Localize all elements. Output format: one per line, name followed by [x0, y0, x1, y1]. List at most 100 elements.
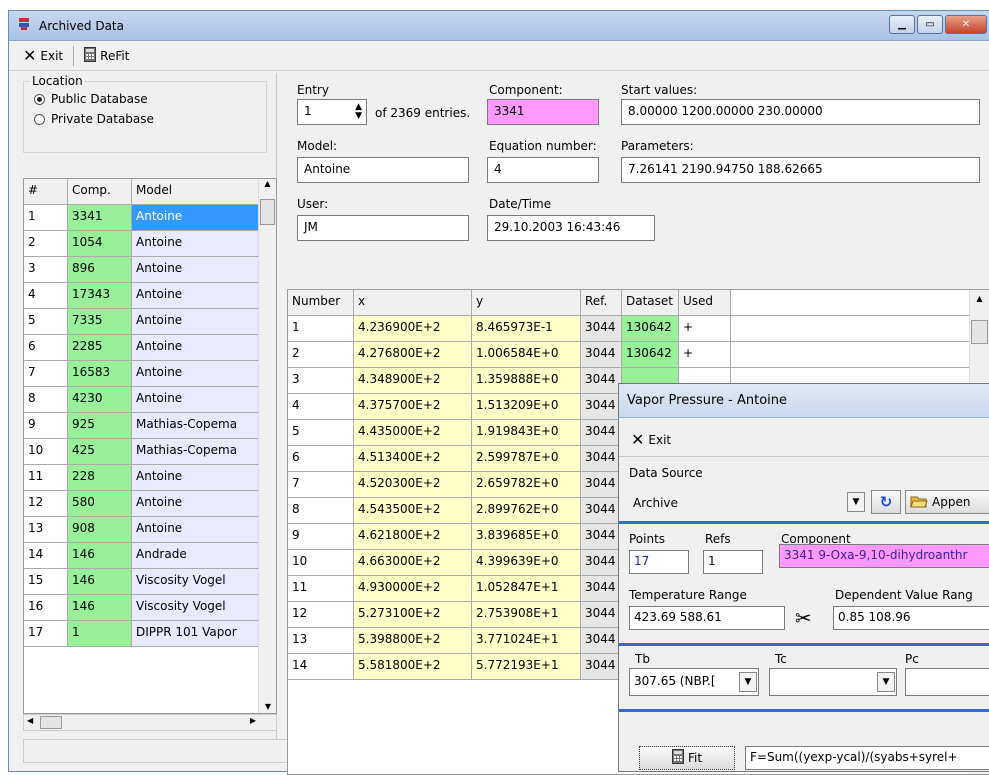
- table-row[interactable]: 14 146 Andrade: [24, 543, 276, 569]
- maximize-button[interactable]: ▭: [917, 15, 943, 34]
- table-cell[interactable]: 9: [288, 524, 354, 549]
- table-cell[interactable]: 11: [24, 465, 68, 490]
- table-cell[interactable]: 425: [68, 439, 132, 464]
- table-cell[interactable]: 5: [288, 420, 354, 445]
- table-row[interactable]: 12 580 Antoine: [24, 491, 276, 517]
- table-cell[interactable]: 14: [24, 543, 68, 568]
- table-cell[interactable]: 4.276800E+2: [354, 342, 472, 367]
- table-cell[interactable]: 4.435000E+2: [354, 420, 472, 445]
- table-cell[interactable]: 13: [24, 517, 68, 542]
- table-cell[interactable]: 8: [24, 387, 68, 412]
- parameters-field[interactable]: 7.26141 2190.94750 188.62665: [621, 157, 980, 183]
- popup-exit-button[interactable]: ✕ Exit: [625, 428, 677, 451]
- table-row[interactable]: 15 146 Viscosity Vogel: [24, 569, 276, 595]
- table-cell[interactable]: 3044: [581, 368, 622, 393]
- table-cell[interactable]: Antoine: [132, 205, 260, 230]
- table-cell[interactable]: 4.520300E+2: [354, 472, 472, 497]
- table-cell[interactable]: 130642: [622, 316, 679, 341]
- table-cell[interactable]: 2.753908E+1: [472, 602, 581, 627]
- table-cell[interactable]: 3341: [68, 205, 132, 230]
- table-cell[interactable]: Antoine: [132, 231, 260, 256]
- dependent-value-range-field[interactable]: 0.85 108.96: [833, 606, 989, 630]
- table-cell[interactable]: 7335: [68, 309, 132, 334]
- minimize-button[interactable]: ▁: [889, 15, 915, 34]
- column-header[interactable]: Number: [288, 290, 354, 315]
- table-cell[interactable]: Antoine: [132, 517, 260, 542]
- entries-table[interactable]: # Comp. Model 1 3341 Antoine 2 1054 Antoine 3 8…: [23, 178, 277, 714]
- table-cell[interactable]: 16: [24, 595, 68, 620]
- table-cell[interactable]: 3044: [581, 524, 622, 549]
- table-cell[interactable]: 3: [288, 368, 354, 393]
- table-cell[interactable]: 4.621800E+2: [354, 524, 472, 549]
- column-header[interactable]: Ref.: [581, 290, 622, 315]
- table-row[interactable]: 8 4230 Antoine: [24, 387, 276, 413]
- scroll-thumb[interactable]: [260, 199, 275, 225]
- table-cell[interactable]: 4.543500E+2: [354, 498, 472, 523]
- table-cell[interactable]: 1054: [68, 231, 132, 256]
- table-row[interactable]: 16 146 Viscosity Vogel: [24, 595, 276, 621]
- table-cell[interactable]: 925: [68, 413, 132, 438]
- table-cell[interactable]: 146: [68, 595, 132, 620]
- table-cell[interactable]: 3044: [581, 446, 622, 471]
- fit-button[interactable]: Fit: [639, 746, 735, 770]
- entries-scrollbar[interactable]: ▲ ▼: [258, 179, 276, 713]
- table-cell[interactable]: 12: [288, 602, 354, 627]
- column-header[interactable]: Dataset: [622, 290, 679, 315]
- table-cell[interactable]: Antoine: [132, 335, 260, 360]
- table-cell[interactable]: 2: [288, 342, 354, 367]
- table-cell[interactable]: 6: [288, 446, 354, 471]
- start-values-field[interactable]: 8.00000 1200.00000 230.00000: [621, 99, 980, 125]
- table-row[interactable]: 1 4.236900E+2 8.465973E-1 3044 130642 +: [288, 316, 989, 342]
- table-row[interactable]: 17 1 DIPPR 101 Vapor: [24, 621, 276, 647]
- table-cell[interactable]: 146: [68, 543, 132, 568]
- column-header[interactable]: Comp.: [68, 179, 132, 204]
- table-cell[interactable]: 4.236900E+2: [354, 316, 472, 341]
- table-cell[interactable]: 3044: [581, 316, 622, 341]
- table-cell[interactable]: 11: [288, 576, 354, 601]
- table-cell[interactable]: 3044: [581, 628, 622, 653]
- table-cell[interactable]: 4: [24, 283, 68, 308]
- table-cell[interactable]: 1.052847E+1: [472, 576, 581, 601]
- close-button[interactable]: ✕: [945, 15, 987, 34]
- table-cell[interactable]: 5.398800E+2: [354, 628, 472, 653]
- table-cell[interactable]: 5: [24, 309, 68, 334]
- model-field[interactable]: Antoine: [297, 157, 469, 183]
- table-cell[interactable]: 146: [68, 569, 132, 594]
- table-cell[interactable]: 3044: [581, 654, 622, 679]
- column-header[interactable]: Used: [679, 290, 731, 315]
- chevron-down-icon[interactable]: ▼: [877, 672, 895, 692]
- table-cell[interactable]: 7: [24, 361, 68, 386]
- table-cell[interactable]: +: [679, 342, 731, 367]
- table-cell[interactable]: 1.919843E+0: [472, 420, 581, 445]
- table-row[interactable]: 10 425 Mathias-Copema: [24, 439, 276, 465]
- table-cell[interactable]: 3044: [581, 420, 622, 445]
- table-cell[interactable]: Antoine: [132, 465, 260, 490]
- table-cell[interactable]: 15: [24, 569, 68, 594]
- exit-button[interactable]: ✕ Exit: [17, 44, 69, 67]
- table-cell[interactable]: 3: [24, 257, 68, 282]
- scroll-down-icon[interactable]: ▼: [259, 702, 276, 711]
- entries-hscrollbar[interactable]: ◀ ▶: [23, 714, 277, 731]
- entry-spinner[interactable]: 1 ▲ ▼: [297, 99, 367, 125]
- table-row[interactable]: 2 4.276800E+2 1.006584E+0 3044 130642 +: [288, 342, 989, 368]
- table-cell[interactable]: 4.663000E+2: [354, 550, 472, 575]
- scissors-icon[interactable]: ✂: [795, 606, 812, 630]
- scroll-up-icon[interactable]: ▲: [970, 290, 989, 303]
- table-cell[interactable]: Viscosity Vogel: [132, 595, 260, 620]
- table-cell[interactable]: 228: [68, 465, 132, 490]
- chevron-down-icon[interactable]: ▼: [847, 492, 865, 512]
- table-row[interactable]: 3 896 Antoine: [24, 257, 276, 283]
- table-cell[interactable]: 7: [288, 472, 354, 497]
- table-cell[interactable]: 4.930000E+2: [354, 576, 472, 601]
- table-cell[interactable]: 1: [68, 621, 132, 646]
- table-row[interactable]: 6 2285 Antoine: [24, 335, 276, 361]
- table-cell[interactable]: Viscosity Vogel: [132, 569, 260, 594]
- pc-field[interactable]: [905, 668, 989, 696]
- refresh-button[interactable]: ↻: [871, 490, 901, 514]
- scroll-up-icon[interactable]: ▲: [259, 179, 276, 197]
- column-header[interactable]: #: [24, 179, 68, 204]
- table-cell[interactable]: 17343: [68, 283, 132, 308]
- spinner-arrows-icon[interactable]: ▲ ▼: [355, 103, 362, 121]
- table-cell[interactable]: 3044: [581, 342, 622, 367]
- table-cell[interactable]: Antoine: [132, 283, 260, 308]
